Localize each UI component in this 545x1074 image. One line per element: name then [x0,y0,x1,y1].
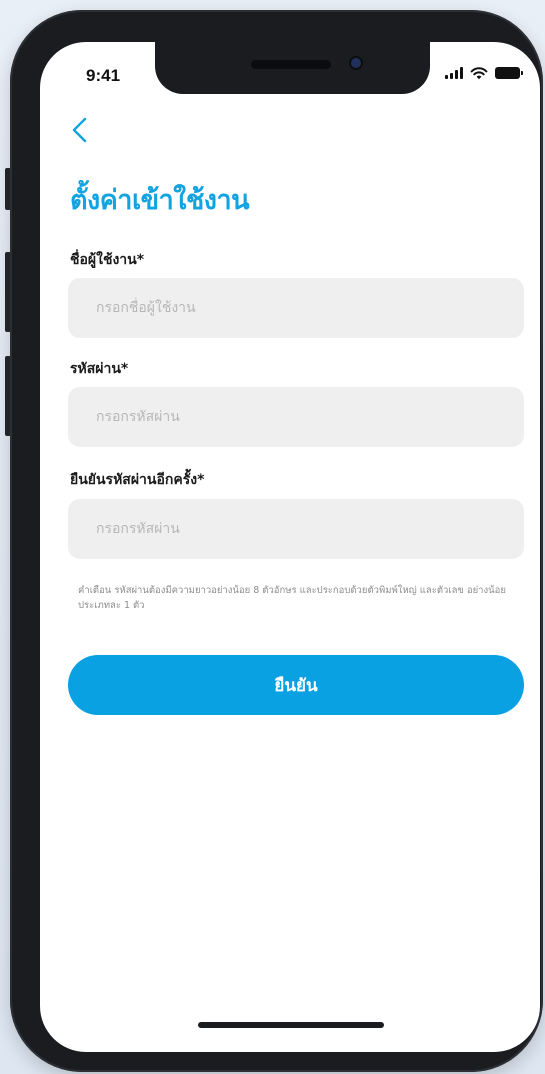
front-camera [351,58,361,68]
phone-screen: 9:41 ตั้งค่าเข้าใช้งาน ชื่อผู้ใช้งาน* รห… [40,42,540,1052]
page-title: ตั้งค่าเข้าใช้งาน [70,185,250,216]
status-icons [445,66,523,80]
password-input[interactable] [68,387,524,447]
confirm-password-input[interactable] [68,499,524,559]
wifi-icon [470,67,488,80]
cellular-signal-icon [445,67,463,79]
speaker-grille [251,60,331,69]
chevron-left-icon[interactable] [68,116,92,144]
battery-icon [495,67,523,79]
home-indicator[interactable] [198,1022,384,1028]
username-label: ชื่อผู้ใช้งาน* [70,252,145,268]
password-label: รหัสผ่าน* [70,361,129,377]
status-time: 9:41 [86,66,121,85]
confirm-button[interactable]: ยืนยัน [68,655,524,715]
confirm-password-label: ยืนยันรหัสผ่านอีกครั้ง* [70,472,205,488]
username-input[interactable] [68,278,524,338]
notch [155,42,430,94]
phone-frame: 9:41 ตั้งค่าเข้าใช้งาน ชื่อผู้ใช้งาน* รห… [10,10,543,1072]
password-hint: คำเตือน รหัสผ่านต้องมีความยาวอย่างน้อย 8… [78,585,506,611]
